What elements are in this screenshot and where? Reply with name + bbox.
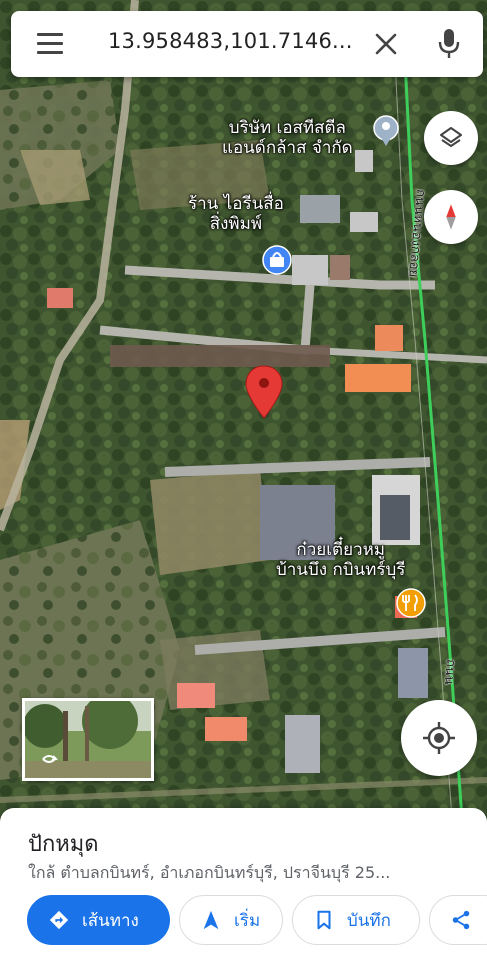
- map-label-noodle[interactable]: ก๋วยเตี๋ยวหมู บ้านบึง กบินทร์บุรี: [276, 540, 405, 580]
- start-button[interactable]: เริ่ม: [179, 895, 283, 945]
- mic-icon[interactable]: [436, 27, 462, 61]
- map-label-shop[interactable]: ร้าน ไอรีนสื่อ สิ่งพิมพ์: [188, 194, 284, 234]
- share-icon: [452, 910, 470, 930]
- close-icon[interactable]: [371, 29, 401, 59]
- compass-button[interactable]: [424, 190, 478, 244]
- street-view-thumbnail[interactable]: [22, 698, 154, 781]
- place-address: ใกล้ ตำบลกบินทร์, อำเภอกบินทร์บุรี, ปราจ…: [28, 863, 391, 882]
- place-title: ปักหมุด: [28, 832, 99, 857]
- shopping-bag-icon[interactable]: [262, 245, 292, 275]
- my-location-icon: [423, 722, 455, 754]
- road-label-2: ถนน: [440, 658, 459, 686]
- layers-icon: [440, 127, 462, 147]
- directions-button[interactable]: เส้นทาง: [27, 895, 170, 945]
- restaurant-icon[interactable]: [396, 588, 426, 618]
- map-label-company[interactable]: บริษัท เอสทีสตีล แอนด์กล้าส จำกัด: [222, 118, 353, 158]
- my-location-button[interactable]: [401, 700, 477, 776]
- menu-icon[interactable]: [37, 33, 63, 55]
- bookmark-icon: [317, 910, 331, 930]
- layers-button[interactable]: [424, 111, 478, 165]
- search-query[interactable]: 13.958483,101.7146...: [108, 29, 360, 53]
- navigate-icon: [203, 910, 219, 930]
- save-button[interactable]: บันทึก: [292, 895, 420, 945]
- compass-icon: [446, 204, 456, 230]
- search-bar[interactable]: 13.958483,101.7146...: [11, 11, 483, 77]
- place-sheet[interactable]: ปักหมุด ใกล้ ตำบลกบินทร์, อำเภอกบินทร์บุ…: [0, 808, 487, 960]
- directions-icon: [49, 910, 69, 930]
- share-button[interactable]: [429, 895, 487, 945]
